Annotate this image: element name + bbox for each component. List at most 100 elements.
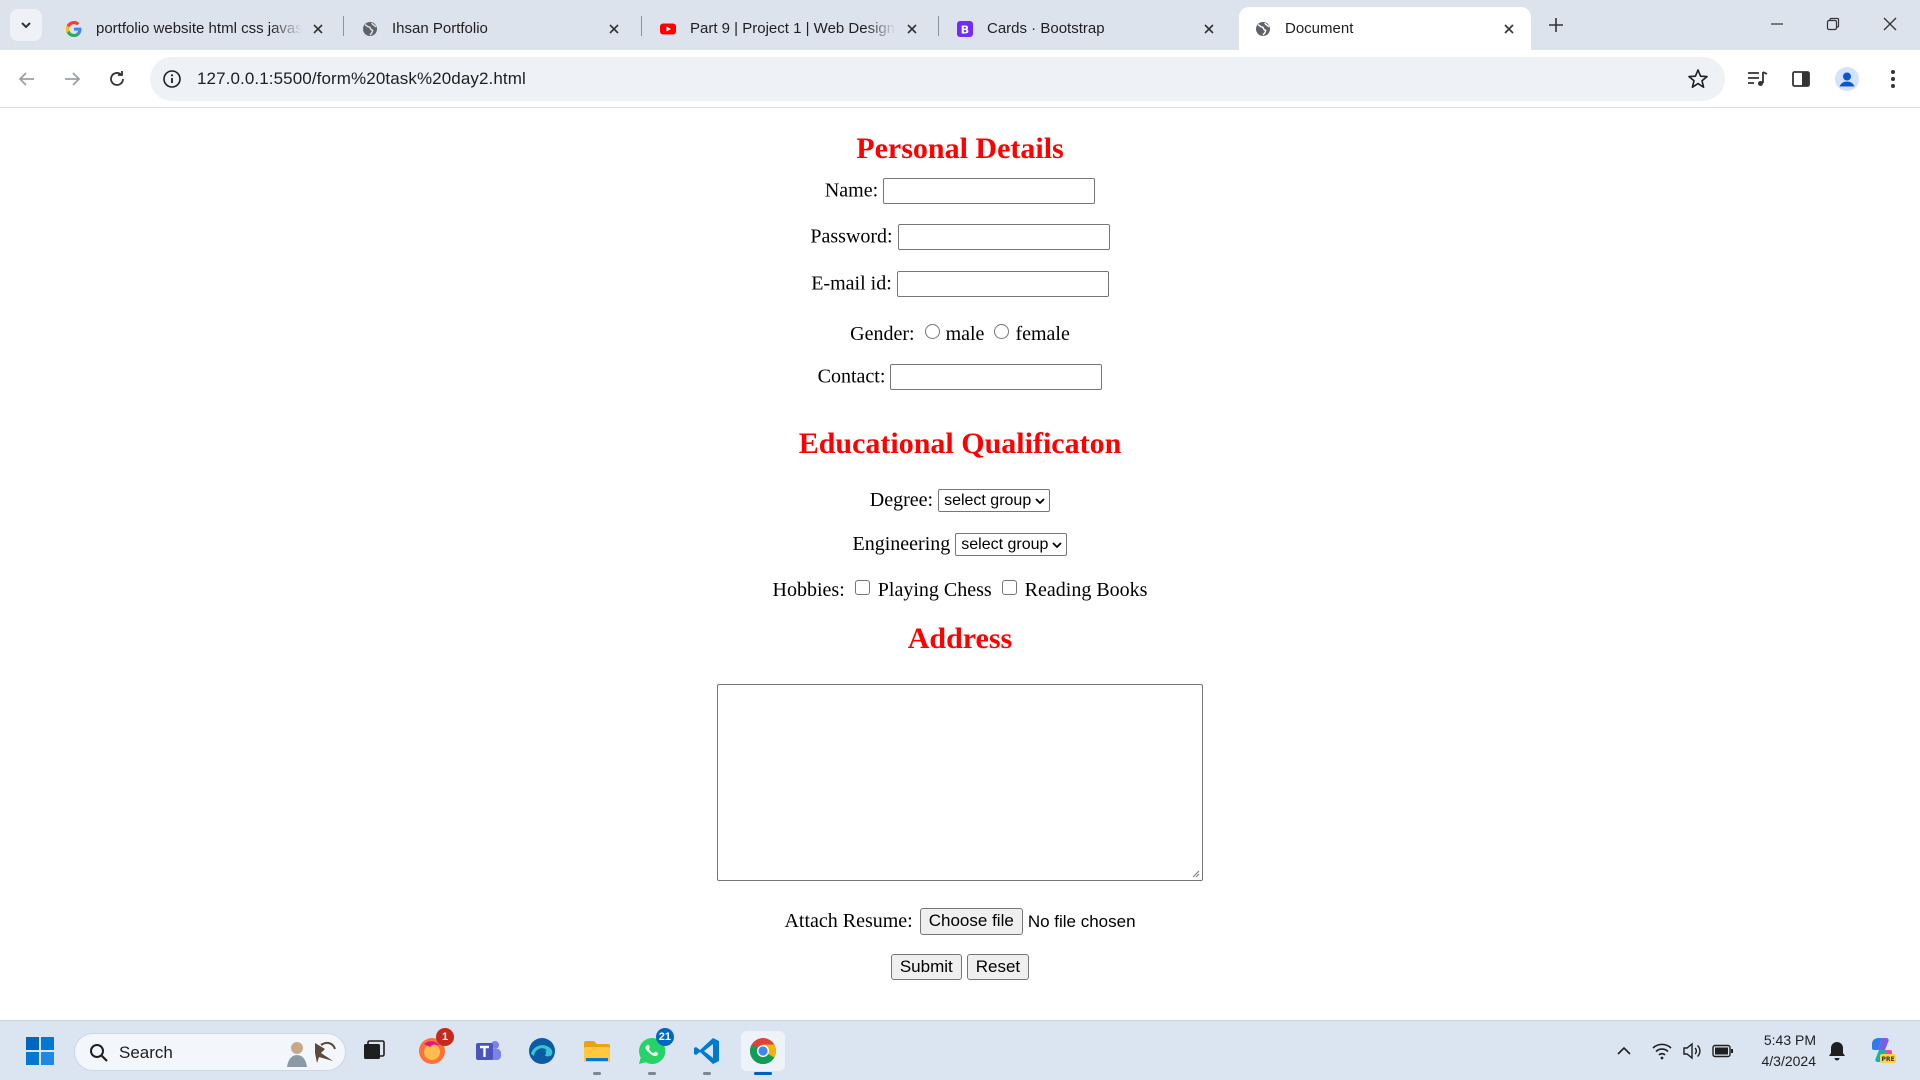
degree-label: Degree: <box>869 488 934 511</box>
vscode-icon <box>694 1038 719 1064</box>
show-hidden-icons-button[interactable] <box>1612 1039 1636 1063</box>
choose-file-button[interactable]: Choose file <box>919 908 1023 935</box>
resume-label: Attach Resume: <box>784 910 913 932</box>
taskbar-whatsapp[interactable]: 21 <box>632 1028 674 1075</box>
browser-toolbar: 127.0.0.1:5500/form%20task%20day2.html <box>0 50 1920 108</box>
media-controls-button[interactable] <box>1744 66 1770 92</box>
close-tab-icon[interactable] <box>1501 21 1517 37</box>
url-text[interactable]: 127.0.0.1:5500/form%20task%20day2.html <box>197 69 526 89</box>
email-label: E-mail id: <box>811 272 892 295</box>
resize-grip-icon[interactable] <box>1190 868 1200 878</box>
running-indicator <box>648 1072 656 1075</box>
gender-male-radio[interactable] <box>924 323 940 339</box>
hobby-reading-checkbox[interactable] <box>1001 579 1017 595</box>
contact-input[interactable] <box>890 364 1103 390</box>
close-icon <box>1883 17 1897 31</box>
password-label: Password: <box>810 225 893 248</box>
tab-title: Document <box>1285 20 1354 37</box>
more-vertical-icon <box>1891 70 1895 88</box>
start-button[interactable] <box>20 1031 60 1071</box>
contact-label: Contact: <box>817 365 886 388</box>
volume-button[interactable] <box>1680 1039 1704 1063</box>
whatsapp-notification-badge: 21 <box>655 1028 674 1046</box>
gender-female-label: female <box>1015 322 1070 345</box>
taskbar-file-explorer[interactable] <box>577 1031 617 1075</box>
name-input[interactable] <box>883 178 1096 204</box>
teams-icon <box>476 1041 501 1060</box>
taskbar-firefox[interactable]: 1 <box>412 1028 454 1071</box>
task-view-button[interactable] <box>354 1031 394 1071</box>
contact-row: Contact: <box>0 364 1920 390</box>
page-content: Personal Details Name: Password: E-mail … <box>0 108 1920 1020</box>
reload-icon <box>110 71 124 86</box>
address-textarea[interactable] <box>717 684 1203 881</box>
playlist-icon <box>1748 71 1768 86</box>
arrow-right-icon <box>65 72 81 86</box>
search-highlight-illustration-icon <box>287 1041 336 1067</box>
address-bar[interactable]: 127.0.0.1:5500/form%20task%20day2.html <box>150 57 1725 101</box>
resume-row: Attach Resume: Choose file No file chosen <box>0 908 1920 935</box>
taskbar-teams[interactable] <box>468 1031 508 1071</box>
edge-icon <box>529 1038 555 1064</box>
clock-time: 5:43 PM <box>1763 1032 1816 1048</box>
chevron-down-icon <box>1052 542 1063 549</box>
side-panel-button[interactable] <box>1788 66 1814 92</box>
bootstrap-icon: B <box>957 20 973 37</box>
site-info-icon[interactable] <box>162 69 182 89</box>
profile-button[interactable] <box>1834 66 1860 92</box>
engineering-row: Engineering select group <box>0 532 1920 556</box>
chrome-menu-button[interactable] <box>1880 66 1906 92</box>
taskbar-edge[interactable] <box>522 1031 562 1071</box>
tab-document[interactable]: Document <box>1239 7 1531 50</box>
tab-title: portfolio website html css javascript <box>96 20 302 37</box>
windows-taskbar: Search 1 21 5:43 PM 4/3/2024 PRE <box>0 1020 1920 1080</box>
gender-female-radio[interactable] <box>994 323 1010 339</box>
chevron-down-icon <box>21 22 31 29</box>
copilot-button[interactable]: PRE <box>1866 1034 1898 1066</box>
close-window-button[interactable] <box>1878 12 1902 36</box>
battery-icon <box>1712 1044 1733 1058</box>
close-tab-icon[interactable] <box>904 21 920 37</box>
taskbar-vscode[interactable] <box>687 1031 727 1075</box>
back-button[interactable] <box>12 64 42 94</box>
close-tab-icon[interactable] <box>606 21 622 37</box>
degree-select[interactable]: select group <box>938 488 1051 512</box>
engineering-select[interactable]: select group <box>955 532 1068 556</box>
windows-logo-icon <box>26 1037 54 1065</box>
bookmark-star-icon[interactable] <box>1687 68 1709 90</box>
tab-bootstrap-cards[interactable]: B Cards · Bootstrap <box>941 7 1231 50</box>
taskbar-search-box[interactable]: Search <box>74 1033 346 1071</box>
close-tab-icon[interactable] <box>1201 21 1217 37</box>
tab-youtube-part9[interactable]: Part 9 | Project 1 | Web Designing <box>644 7 934 50</box>
forward-button[interactable] <box>57 64 87 94</box>
hobbies-row: Hobbies: Playing Chess Reading Books <box>0 578 1920 602</box>
tab-search-button[interactable] <box>10 9 42 41</box>
minimize-button[interactable] <box>1765 12 1789 36</box>
browser-tab-strip: portfolio website html css javascript Ih… <box>0 0 1920 50</box>
globe-icon <box>1256 21 1270 36</box>
password-input[interactable] <box>897 224 1110 250</box>
engineering-label: Engineering <box>852 532 951 555</box>
hobby-chess-checkbox[interactable] <box>854 579 870 595</box>
new-tab-button[interactable] <box>1544 13 1568 37</box>
email-row: E-mail id: <box>0 271 1920 297</box>
system-clock[interactable]: 5:43 PM 4/3/2024 <box>1762 1030 1817 1072</box>
search-label: Search <box>119 1043 173 1062</box>
reload-button[interactable] <box>102 64 132 94</box>
active-indicator <box>754 1072 772 1075</box>
tab-ihsan-portfolio[interactable]: Ihsan Portfolio <box>346 7 636 50</box>
tab-portfolio-search[interactable]: portfolio website html css javascript <box>50 7 340 50</box>
restore-button[interactable] <box>1821 12 1845 36</box>
notifications-button[interactable] <box>1825 1039 1849 1063</box>
submit-button[interactable]: Submit <box>890 954 962 980</box>
educational-qualification-heading: Educational Qualificaton <box>798 427 1122 460</box>
copilot-icon: PRE <box>1872 1038 1896 1063</box>
network-button[interactable] <box>1650 1039 1674 1063</box>
battery-button[interactable] <box>1711 1039 1735 1063</box>
address-heading: Address <box>907 622 1013 655</box>
side-panel-icon <box>1792 71 1810 87</box>
close-tab-icon[interactable] <box>310 21 326 37</box>
taskbar-chrome[interactable] <box>741 1031 785 1075</box>
email-input[interactable] <box>896 271 1109 297</box>
reset-button[interactable]: Reset <box>966 954 1030 980</box>
